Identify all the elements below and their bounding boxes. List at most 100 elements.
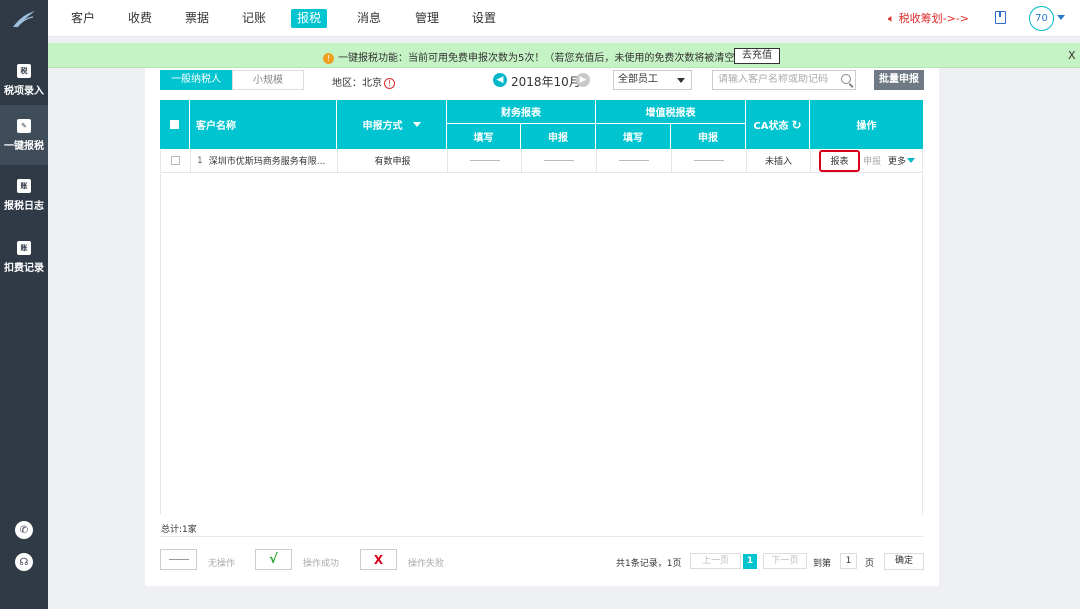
prev-page-button[interactable]: 上一页 <box>690 553 741 569</box>
sidebar-item-label: 一键报税 <box>4 140 44 152</box>
close-icon[interactable]: X <box>1068 49 1076 62</box>
nav-item-charge[interactable]: 收费 <box>122 9 158 28</box>
nav-item-invoice[interactable]: 票据 <box>179 9 215 28</box>
page-label: 页 <box>865 559 875 569</box>
logo[interactable] <box>0 0 48 38</box>
pencil-icon: ✎ <box>17 118 31 133</box>
header-vat-declare: 申报 <box>671 124 746 149</box>
nav-item-manage[interactable]: 管理 <box>409 9 445 28</box>
header-customer-name: 客户名称 <box>190 100 337 149</box>
phone-icon[interactable]: ✆ <box>15 521 33 539</box>
empty-dash <box>544 160 574 161</box>
dash-icon <box>168 559 189 560</box>
row-select-cell <box>161 149 191 172</box>
chevron-down-icon[interactable] <box>1057 15 1065 20</box>
declare-method-cell: 有数申报 <box>338 149 448 172</box>
nav-item-customer[interactable]: 客户 <box>65 9 101 28</box>
pager-record-count: 共1条记录，1页 <box>616 559 682 569</box>
customer-name-cell: 1 深圳市优斯玛商务服务有限... <box>191 149 338 172</box>
next-page-button[interactable]: 下一页 <box>763 553 807 569</box>
month-label: 2018年10月 <box>511 75 581 89</box>
sidebar-item-tax-log[interactable]: 账 报税日志 <box>0 165 48 225</box>
tab-small-scale[interactable]: 小规模 <box>232 70 304 90</box>
promo-label: 税收筹划->-> <box>898 12 969 25</box>
financial-declare-cell <box>522 149 597 172</box>
nav-item-message[interactable]: 消息 <box>351 9 387 28</box>
notice-text: 一键报税功能：当前可用免费申报次数为5次！（若您充值后，未使用的免费次数将被清空… <box>338 53 745 64</box>
vat-declare-cell <box>672 149 747 172</box>
main-panel: 一般纳税人 小规模 地区：北京! ◀ 2018年10月 ▶ 全部员工 批量申报 … <box>145 68 939 586</box>
header-ca-status-label: CA状态 <box>753 121 789 132</box>
more-label: 更多 <box>888 157 907 167</box>
header-declare-method[interactable]: 申报方式 <box>337 100 447 149</box>
search-box <box>712 70 856 90</box>
sidebar-item-label: 税项录入 <box>4 85 44 97</box>
ledger-icon: 账 <box>17 178 31 193</box>
sidebar: 税 税项录入 ✎ 一键报税 账 报税日志 账 扣费记录 ✆ ☊ <box>0 0 48 609</box>
sidebar-item-fee-record[interactable]: 账 扣费记录 <box>0 227 48 287</box>
nav-item-tax[interactable]: 报税 <box>291 9 328 28</box>
recharge-button[interactable]: 去充值 <box>734 48 780 64</box>
operation-cell: 报表 申报 更多 <box>811 149 923 172</box>
legend-fail: 操作失败 <box>408 559 445 569</box>
customer-name: 深圳市优斯玛商务服务有限... <box>208 157 326 167</box>
headset-icon[interactable]: ☊ <box>15 553 33 571</box>
tab-general-taxpayer[interactable]: 一般纳税人 <box>160 70 232 90</box>
row-checkbox[interactable] <box>171 156 180 165</box>
empty-dash <box>619 160 649 161</box>
cross-icon: X <box>360 549 397 570</box>
chevron-down-icon <box>412 122 421 127</box>
legend-no-action: 无操作 <box>208 559 236 569</box>
chevron-left-icon[interactable]: ◀ <box>493 73 507 87</box>
refresh-icon[interactable]: ↻ <box>792 118 802 132</box>
avatar[interactable]: 70 <box>1029 6 1054 31</box>
chevron-down-icon <box>677 78 685 83</box>
sidebar-item-tax-entry[interactable]: 税 税项录入 <box>0 50 48 110</box>
employee-select[interactable]: 全部员工 <box>613 70 692 90</box>
header-financial-declare: 申报 <box>521 124 596 149</box>
sidebar-item-label: 报税日志 <box>4 200 44 212</box>
financial-fill-cell <box>448 149 522 172</box>
header-financial-fill: 填写 <box>447 124 521 149</box>
goto-label: 到第 <box>813 559 832 569</box>
search-input[interactable] <box>718 74 836 85</box>
select-all-cell <box>160 100 190 149</box>
logo-icon <box>13 11 35 28</box>
table-row: 1 深圳市优斯玛商务服务有限... 有数申报 未插入 报表 申报 更多 <box>160 149 923 173</box>
legend-success: 操作成功 <box>303 559 340 569</box>
search-icon[interactable] <box>841 74 851 84</box>
more-dropdown[interactable]: 更多 <box>888 154 916 167</box>
goto-confirm-button[interactable]: 确定 <box>884 553 924 570</box>
batch-declare-button[interactable]: 批量申报 <box>874 70 924 90</box>
report-button[interactable]: 报表 <box>819 149 860 172</box>
top-nav: 客户 收费 票据 记账 报税 消息 管理 设置 🔈︎ 税收筹划->-> 70 <box>48 0 1080 37</box>
sidebar-item-one-click-tax[interactable]: ✎ 一键报税 <box>0 105 48 165</box>
select-all-checkbox[interactable] <box>170 120 179 129</box>
ca-status-cell: 未插入 <box>747 149 811 172</box>
bookmark-icon[interactable] <box>995 11 1006 24</box>
ledger-icon: 账 <box>17 240 31 255</box>
divider <box>160 536 923 537</box>
empty-dash <box>694 160 724 161</box>
employee-select-value: 全部员工 <box>618 74 658 85</box>
sidebar-item-label: 扣费记录 <box>4 262 44 274</box>
header-vat-fill: 填写 <box>596 124 671 149</box>
check-icon: √ <box>255 549 292 570</box>
region-label: 地区：北京 <box>332 78 382 89</box>
table-header: 客户名称 申报方式 财务报表 填写 申报 增值税报表 填写 申报 CA状态 ↻ 操… <box>160 100 923 149</box>
chevron-right-icon[interactable]: ▶ <box>576 73 590 87</box>
tax-entry-icon: 税 <box>17 63 31 78</box>
region-info: 地区：北京! <box>332 74 395 89</box>
info-icon[interactable]: ! <box>384 78 395 89</box>
tax-planning-link[interactable]: 🔈︎ 税收筹划->-> <box>888 10 969 26</box>
page-number-current[interactable]: 1 <box>743 554 757 569</box>
nav-item-bookkeeping[interactable]: 记账 <box>236 9 272 28</box>
customer-table: 客户名称 申报方式 财务报表 填写 申报 增值税报表 填写 申报 CA状态 ↻ 操… <box>160 100 923 173</box>
declare-button[interactable]: 申报 <box>863 154 881 167</box>
header-declare-method-label: 申报方式 <box>362 121 403 132</box>
row-index: 1 <box>197 155 203 166</box>
notice-bar: ! 一键报税功能：当前可用免费申报次数为5次！（若您充值后，未使用的免费次数将被清… <box>48 43 1080 68</box>
header-operation: 操作 <box>856 121 877 132</box>
nav-item-settings[interactable]: 设置 <box>466 9 502 28</box>
goto-page-input[interactable]: 1 <box>840 553 857 569</box>
